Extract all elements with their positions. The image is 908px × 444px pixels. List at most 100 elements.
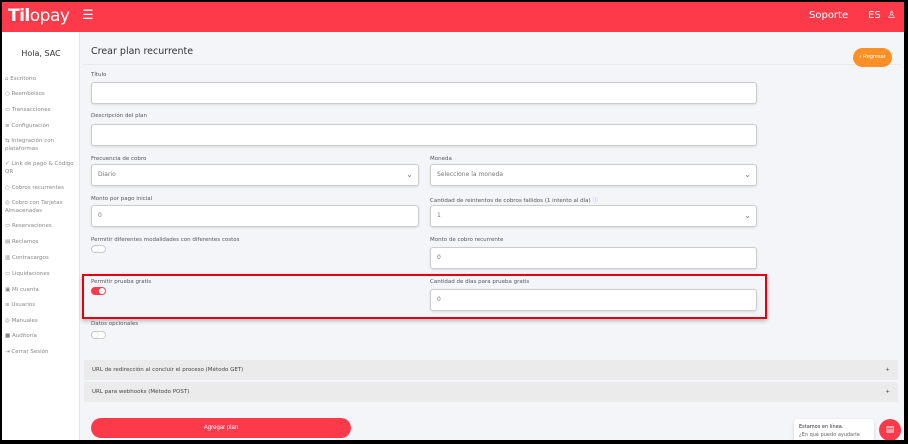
sidebar-item[interactable]: ▭ Reservaciones xyxy=(5,222,77,230)
sidebar-item[interactable]: ≡ Configuración xyxy=(5,122,77,130)
sidebar-item-label: Cerrar Sesión xyxy=(11,349,49,355)
sidebar-item-label: Cobros recurrentes xyxy=(11,185,64,191)
description-textarea[interactable] xyxy=(91,124,757,146)
sidebar-item-label: Transacciones xyxy=(11,107,51,113)
menu-icon[interactable]: ☰ xyxy=(82,8,94,23)
info-icon[interactable]: ⓘ xyxy=(592,198,598,204)
sidebar-item[interactable]: ⇥ Cerrar Sesión xyxy=(5,348,77,356)
page-title: Crear plan recurrente xyxy=(91,46,194,57)
sidebar-item-label: Configuración xyxy=(11,123,50,129)
accordion-webhook-url[interactable]: URL para webhooks (Método POST) + xyxy=(84,382,898,402)
sidebar-item[interactable]: ⌂ Escritorio xyxy=(5,75,77,83)
chevron-down-icon: ⌄ xyxy=(744,170,751,179)
sidebar-item-label: Cobro con Tarjetas Almacenadas xyxy=(5,200,63,214)
sidebar-icon: ◎ xyxy=(5,200,10,206)
sidebar-item[interactable]: ▤ Reclamos xyxy=(5,238,77,246)
sidebar-item-label: Link de pago & Código QR xyxy=(5,161,74,175)
support-link[interactable]: Soporte xyxy=(809,10,848,21)
chevron-down-icon: ⌄ xyxy=(406,170,413,179)
initial-amount-label: Monto por pago inicial xyxy=(91,196,153,202)
chevron-down-icon: ⌄ xyxy=(744,211,751,220)
currency-select[interactable]: Seleccione la moneda ⌄ xyxy=(430,164,757,186)
modalities-label: Permitir diferentes modalidades con dife… xyxy=(91,237,240,243)
sidebar-icon: ≡ xyxy=(5,302,10,308)
currency-label: Moneda xyxy=(430,156,452,162)
sidebar-item[interactable]: ✓ Link de pago & Código QR xyxy=(5,160,77,176)
accordion-label: URL de redirección al concluir el proces… xyxy=(92,367,244,373)
top-bar: Tilopay ☰ Soporte ES ♙ xyxy=(2,2,904,32)
sidebar-icon: ≡ xyxy=(5,123,10,129)
sidebar-icon: ▣ xyxy=(5,287,11,293)
chat-bubble[interactable]: Estamos en línea. ¿En qué puedo ayudarle … xyxy=(794,419,874,440)
add-plan-button[interactable]: Agregar plan xyxy=(91,418,351,438)
language-selector[interactable]: ES xyxy=(868,10,881,21)
user-icon[interactable]: ♙ xyxy=(887,10,896,21)
sidebar-item[interactable]: ◎ Manuales xyxy=(5,317,77,325)
recurring-amount-label: Monto de cobro recurrente xyxy=(430,237,504,243)
sidebar-item[interactable]: ≡ Usuarios xyxy=(5,301,77,309)
sidebar-item[interactable]: ▭ Liquidaciones xyxy=(5,270,77,278)
sidebar-item-label: Auditoría xyxy=(11,333,37,339)
sidebar: Hola, SAC ⌂ Escritorio ○ Reembolsos ▭ Tran… xyxy=(2,32,80,440)
chat-line2: ¿En qué puedo ayudarle hoy? xyxy=(799,432,860,438)
sidebar-icon: ▤ xyxy=(5,239,11,245)
sidebar-item[interactable]: ○ Reembolsos xyxy=(5,90,77,98)
sidebar-item-label: Manuales xyxy=(11,318,38,324)
title-input[interactable] xyxy=(91,82,757,104)
optional-data-label: Datos opcionales xyxy=(91,321,139,327)
initial-amount-input[interactable]: 0 xyxy=(91,205,419,227)
sidebar-item[interactable]: ■ Auditoría xyxy=(5,332,77,340)
sidebar-item[interactable]: ◎ Cobro con Tarjetas Almacenadas xyxy=(5,199,77,215)
back-button[interactable]: ‹ Regresar xyxy=(853,48,892,67)
sidebar-icon: ○ xyxy=(5,185,10,191)
optional-data-toggle[interactable] xyxy=(91,331,106,339)
free-trial-label: Permitir prueba gratis xyxy=(91,279,152,285)
trial-days-input[interactable]: 0 xyxy=(430,289,757,311)
sidebar-icon: ✓ xyxy=(5,161,10,167)
sidebar-item-label: Reservaciones xyxy=(11,223,52,229)
sidebar-item-label: Integración con plataformas xyxy=(5,138,55,152)
accordion-label: URL para webhooks (Método POST) xyxy=(92,389,190,395)
logo[interactable]: Tilopay xyxy=(8,6,70,26)
greeting: Hola, SAC xyxy=(21,49,61,58)
expand-icon: + xyxy=(885,389,890,395)
sidebar-item-label: Reclamos xyxy=(11,239,39,245)
sidebar-item[interactable]: ○ Cobros recurrentes xyxy=(5,184,77,192)
retries-value: 1 xyxy=(437,212,441,219)
sidebar-icon: ▭ xyxy=(5,107,11,113)
recurring-amount-input[interactable]: 0 xyxy=(430,247,757,269)
frequency-label: Frecuencia de cobro xyxy=(91,156,147,162)
sidebar-item[interactable]: ▥ Contracargos xyxy=(5,254,77,262)
description-label: Descripción del plan xyxy=(91,113,147,119)
modalities-toggle[interactable] xyxy=(91,245,106,253)
title-label: Título xyxy=(91,72,107,78)
sidebar-icon: ▭ xyxy=(5,271,11,277)
sidebar-icon: ■ xyxy=(5,333,11,339)
sidebar-icon: ▭ xyxy=(5,223,11,229)
sidebar-icon: ⇆ xyxy=(5,138,10,144)
sidebar-icon: ▥ xyxy=(5,255,11,261)
frequency-select[interactable]: Diario ⌄ xyxy=(91,164,419,186)
sidebar-item-label: Mi cuenta xyxy=(11,287,39,293)
accordion-redirect-url[interactable]: URL de redirección al concluir el proces… xyxy=(84,360,898,380)
chat-line1: Estamos en línea. xyxy=(799,424,844,430)
sidebar-item[interactable]: ▭ Transacciones xyxy=(5,106,77,114)
main-content: Crear plan recurrente ‹ Regresar Título … xyxy=(82,32,904,440)
chat-icon[interactable]: ▤ xyxy=(879,419,901,440)
sidebar-icon: ◎ xyxy=(5,318,10,324)
retries-label-text: Cantidad de reintentos de cobros fallido… xyxy=(430,198,591,204)
sidebar-item-label: Escritorio xyxy=(10,76,37,82)
sidebar-item-label: Contracargos xyxy=(11,255,49,261)
sidebar-item[interactable]: ▣ Mi cuenta xyxy=(5,286,77,294)
sidebar-item-label: Liquidaciones xyxy=(11,271,50,277)
sidebar-item-label: Usuarios xyxy=(11,302,36,308)
sidebar-item-label: Reembolsos xyxy=(11,91,45,97)
free-trial-toggle[interactable] xyxy=(91,287,106,295)
trial-days-label: Cantidad de días para prueba gratis xyxy=(430,279,530,285)
expand-icon: + xyxy=(885,367,890,373)
retries-select[interactable]: 1 ⌄ xyxy=(430,205,757,227)
sidebar-item[interactable]: ⇆ Integración con plataformas xyxy=(5,137,77,153)
sidebar-icon: ○ xyxy=(5,91,10,97)
divider xyxy=(82,64,902,65)
frequency-value: Diario xyxy=(98,171,116,178)
